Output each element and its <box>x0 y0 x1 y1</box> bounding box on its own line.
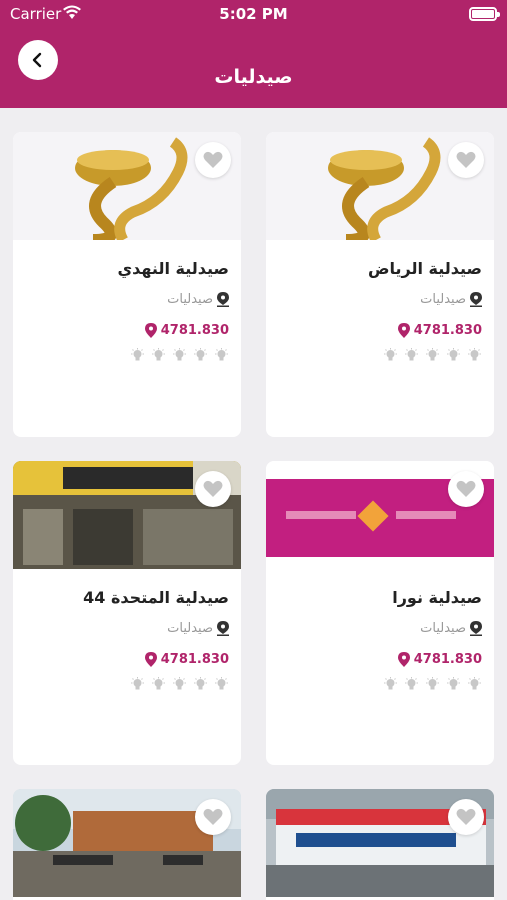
category-row: صيدليات <box>420 621 482 636</box>
pharmacy-name: صيدلية نورا <box>392 588 482 607</box>
pharmacy-name: صيدلية الرياض <box>367 259 482 278</box>
status-bar: Carrier 5:02 PM <box>0 0 507 28</box>
pharmacy-card[interactable]: صيدلية النهدي صيدليات 4781.830 <box>13 132 241 437</box>
rating-bulb-icon <box>172 677 187 696</box>
rating-bulb-icon <box>214 677 229 696</box>
rating-bulb-icon <box>214 348 229 367</box>
distance-value: 4781.830 <box>160 652 229 667</box>
rating-bulb-icon <box>425 677 440 696</box>
category-label: صيدليات <box>420 292 466 307</box>
battery-icon <box>469 7 500 21</box>
rating-bulb-icon <box>193 677 208 696</box>
pharmacy-card[interactable] <box>13 789 241 900</box>
location-pin-icon <box>217 621 229 636</box>
category-row: صيدليات <box>167 292 229 307</box>
rating-bulb-icon <box>172 348 187 367</box>
map-pin-icon <box>397 323 410 338</box>
rating-bulb-icon <box>151 677 166 696</box>
rating-bulb-icon <box>383 677 398 696</box>
pharmacy-card[interactable]: صيدلية الرياض صيدليات 4781.830 <box>266 132 494 437</box>
pharmacy-card[interactable]: صيدلية المتحدة 44 صيدليات 4781.830 <box>13 461 241 765</box>
favorite-button[interactable] <box>195 471 231 507</box>
pharmacy-name: صيدلية النهدي <box>117 259 229 278</box>
heart-icon <box>456 151 476 168</box>
rating-bulb-icon <box>404 677 419 696</box>
rating-bulb-icon <box>446 348 461 367</box>
rating-bulb-icon <box>130 348 145 367</box>
pharmacy-card[interactable]: صيدلية نورا صيدليات 4781.830 <box>266 461 494 765</box>
rating-icons <box>130 348 229 367</box>
location-pin-icon <box>470 621 482 636</box>
location-pin-icon <box>217 292 229 307</box>
category-row: صيدليات <box>420 292 482 307</box>
map-pin-icon <box>144 652 157 667</box>
rating-icons <box>383 677 482 696</box>
rating-bulb-icon <box>383 348 398 367</box>
app-header: Carrier 5:02 PM صيدليات <box>0 0 507 108</box>
rating-bulb-icon <box>130 677 145 696</box>
pharmacy-card[interactable] <box>266 789 494 900</box>
favorite-button[interactable] <box>448 142 484 178</box>
rating-bulb-icon <box>467 348 482 367</box>
heart-icon <box>203 808 223 825</box>
rating-icons <box>383 348 482 367</box>
distance-row: 4781.830 <box>144 323 229 338</box>
page-title: صيدليات <box>214 66 293 88</box>
rating-bulb-icon <box>425 348 440 367</box>
distance-row: 4781.830 <box>144 652 229 667</box>
distance-value: 4781.830 <box>413 323 482 338</box>
favorite-button[interactable] <box>448 799 484 835</box>
pharmacy-grid: صيدلية الرياض صيدليات 4781.830 صيدلية ال… <box>0 108 507 900</box>
map-pin-icon <box>397 652 410 667</box>
favorite-button[interactable] <box>195 799 231 835</box>
favorite-button[interactable] <box>448 471 484 507</box>
location-pin-icon <box>470 292 482 307</box>
rating-bulb-icon <box>151 348 166 367</box>
rating-icons <box>130 677 229 696</box>
category-label: صيدليات <box>167 292 213 307</box>
heart-icon <box>203 151 223 168</box>
favorite-button[interactable] <box>195 142 231 178</box>
pharmacy-name: صيدلية المتحدة 44 <box>83 588 229 607</box>
rating-bulb-icon <box>446 677 461 696</box>
heart-icon <box>203 480 223 497</box>
category-label: صيدليات <box>167 621 213 636</box>
map-pin-icon <box>144 323 157 338</box>
category-row: صيدليات <box>167 621 229 636</box>
category-label: صيدليات <box>420 621 466 636</box>
heart-icon <box>456 480 476 497</box>
rating-bulb-icon <box>193 348 208 367</box>
distance-row: 4781.830 <box>397 323 482 338</box>
heart-icon <box>456 808 476 825</box>
rating-bulb-icon <box>467 677 482 696</box>
distance-value: 4781.830 <box>413 652 482 667</box>
rating-bulb-icon <box>404 348 419 367</box>
distance-row: 4781.830 <box>397 652 482 667</box>
distance-value: 4781.830 <box>160 323 229 338</box>
clock: 5:02 PM <box>219 5 288 23</box>
